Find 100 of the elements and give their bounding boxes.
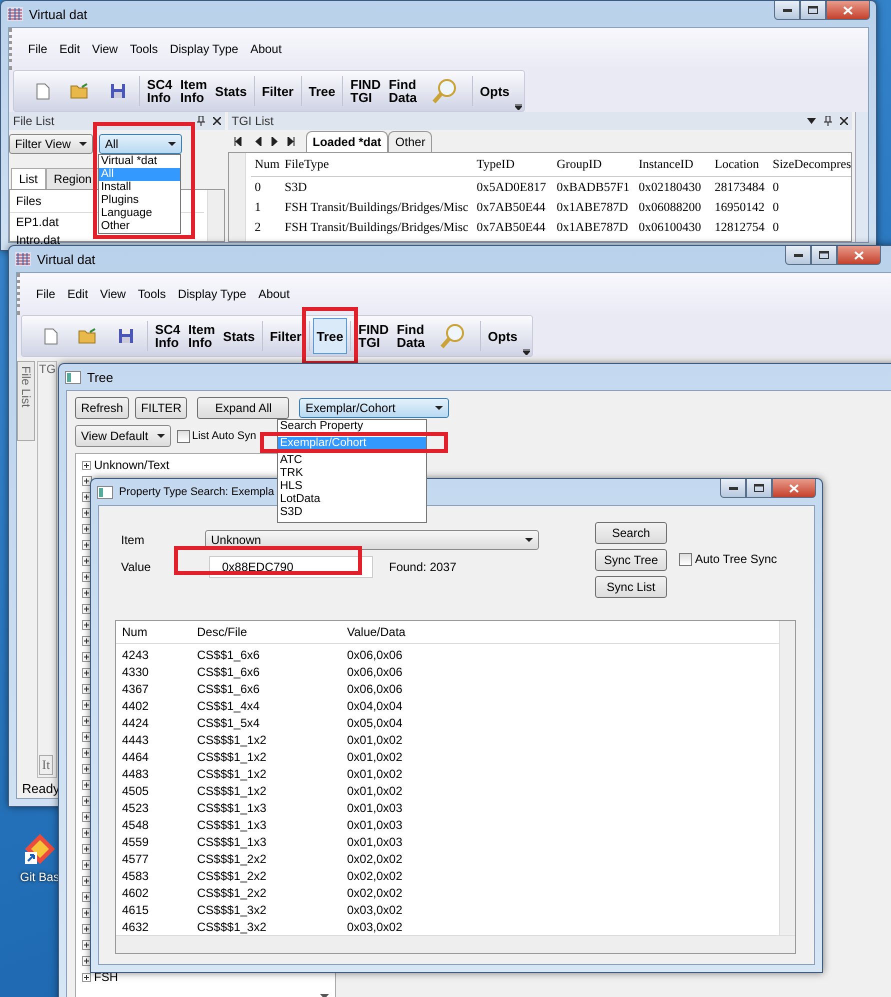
menu-item[interactable]: Tools [132,287,172,301]
menu-item[interactable]: About [252,287,296,301]
view-dropdown[interactable]: All [99,134,182,154]
column-header[interactable]: InstanceID [634,157,711,172]
toolbar-button[interactable]: Stats [219,318,259,354]
menu-item[interactable]: Display Type [172,287,252,301]
dropdown-option[interactable]: Other [99,220,180,233]
table-cell-text: 4583 [121,868,150,882]
toolbar-button[interactable]: Stats [211,73,251,109]
tab[interactable]: List [11,168,46,189]
menu-item[interactable]: File [30,287,62,301]
vertical-scrollbar[interactable] [206,190,224,241]
menu-item[interactable]: View [94,287,132,301]
dropdown-option[interactable]: ATC [278,454,426,467]
dropdown-option[interactable]: LotData [278,493,426,506]
column-header[interactable]: Num [116,625,191,639]
table-cell-text: 0x01,0x02 [346,750,404,764]
toolbar-button[interactable]: FIND TGI [354,318,393,354]
dropdown-option[interactable]: S3D [278,506,426,519]
maximize-button[interactable] [800,1,826,20]
toolbar-button[interactable]: Tree [312,318,348,354]
close-button[interactable] [826,1,870,20]
item-dropdown[interactable]: Unknown [205,530,539,550]
vertical-scrollbar[interactable] [779,621,795,935]
tab[interactable]: Other [388,131,432,152]
close-button[interactable] [837,246,881,265]
tab-navigation-icon[interactable] [234,137,296,146]
table-cell-text: CS$$$1_1x2 [196,732,268,746]
pin-icon[interactable] [196,116,205,126]
close-icon [854,250,864,260]
toolbar-button[interactable]: Item Info [176,73,212,109]
tab[interactable]: Loaded *dat [306,131,388,152]
close-icon[interactable] [212,117,221,125]
dropdown-option[interactable]: Search Property [278,420,426,433]
expand-icon[interactable] [82,972,91,982]
filter-view-dropdown[interactable]: Filter View [9,134,93,154]
dropdown-option[interactable]: Plugins [99,194,180,207]
close-button[interactable] [772,479,816,498]
column-header[interactable]: Num [250,157,281,172]
dropdown-arrow-icon[interactable] [807,118,816,124]
push-button[interactable]: Expand All [197,397,290,419]
menu-item[interactable]: About [244,42,288,56]
toolbar-button[interactable]: Opts [476,73,514,109]
overflow-chevron-icon[interactable] [522,349,530,355]
menu-item[interactable]: Display Type [164,42,244,56]
dropdown-option[interactable]: TRK [278,467,426,480]
side-tab[interactable]: File List [17,361,35,441]
column-header[interactable]: TypeID [472,157,553,172]
minimize-button[interactable] [774,1,800,20]
minimize-button[interactable] [785,246,811,265]
vertical-scrollbar[interactable] [228,153,246,241]
view-dropdown[interactable]: View Default [75,425,171,447]
toolbar-button[interactable]: FIND TGI [346,73,385,109]
horizontal-scrollbar[interactable] [116,935,795,953]
push-button[interactable]: FILTER [135,397,188,419]
expand-icon[interactable] [82,460,91,470]
colored-diamond-icon[interactable] [22,832,57,866]
column-header[interactable]: FileType [280,157,473,172]
minimize-button[interactable] [720,479,746,498]
tree-item[interactable]: Unknown/Text [94,458,170,472]
menu-item[interactable]: File [22,42,54,56]
menu-item[interactable]: Edit [61,287,94,301]
push-button[interactable]: Search [595,522,667,544]
type-dropdown[interactable]: Exemplar/Cohort [299,398,450,418]
table-cell-text: 0x04,0x04 [346,698,404,712]
checkbox[interactable]: Auto Tree Sync [679,552,778,566]
toolbar-button[interactable]: Item Info [184,318,220,354]
push-button[interactable]: Refresh [75,397,130,419]
table-cell-text: 0 [772,220,779,234]
maximize-button[interactable] [811,246,837,265]
tree-item[interactable]: FSH [94,970,118,984]
close-icon[interactable] [840,117,848,125]
toolbar-button[interactable]: Filter [266,318,306,354]
dropdown-option[interactable]: Virtual *dat [99,155,180,168]
desktop-icon-label[interactable]: Git Bas [20,870,60,884]
table-cell-text: 4243 [121,648,150,662]
toolbar-button[interactable]: Find Data [392,318,429,354]
dropdown-option[interactable]: HLS [278,480,426,493]
toolbar-button[interactable]: Tree [304,73,340,109]
menu-item[interactable]: Edit [53,42,86,56]
overflow-chevron-icon[interactable] [514,104,522,110]
menu-item[interactable]: Tools [124,42,164,56]
table-cell-text: 4505 [121,784,150,798]
toolbar-button[interactable]: Filter [258,73,298,109]
pin-icon[interactable] [824,116,832,126]
column-header[interactable]: Location [710,157,769,172]
column-header[interactable]: Value/Data [341,625,781,639]
tab[interactable]: It [39,755,53,775]
toolbar-button[interactable]: Find Data [384,73,421,109]
column-header[interactable]: GroupID [552,157,635,172]
toolbar-button[interactable]: SC4 Info [143,73,176,109]
checkbox[interactable]: List Auto Syn [177,430,256,442]
column-header[interactable]: Desc/File [191,625,341,639]
push-button[interactable]: Sync Tree [595,549,667,571]
toolbar-button[interactable]: Opts [484,318,522,354]
push-button[interactable]: Sync List [595,576,667,598]
menu-item[interactable]: View [86,42,124,56]
toolbar-button[interactable]: SC4 Info [151,318,184,354]
maximize-button[interactable] [746,479,772,498]
column-header[interactable]: SizeDecompres [768,157,852,172]
